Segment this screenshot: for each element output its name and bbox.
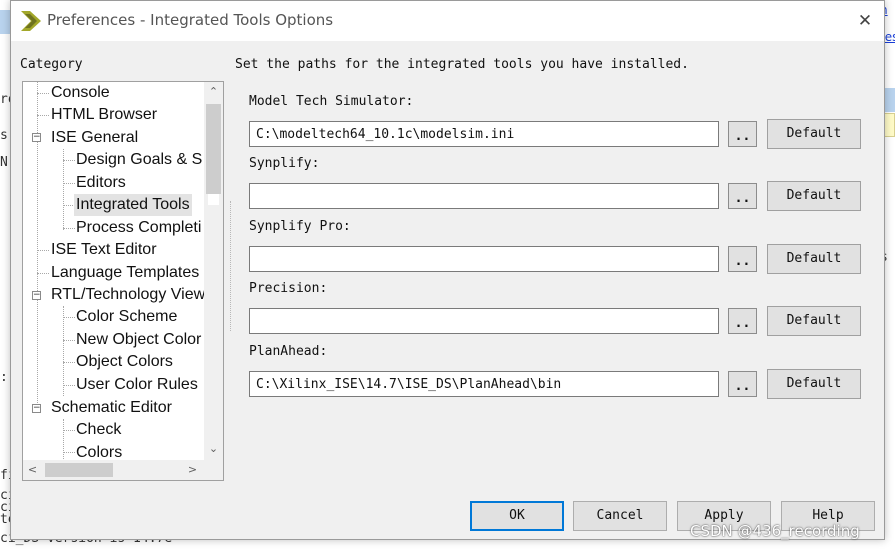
tree-item-ise-general[interactable]: ISE General bbox=[51, 127, 138, 149]
model-tech-default-button[interactable]: Default bbox=[767, 119, 861, 149]
tree-line bbox=[63, 160, 75, 161]
category-label: Category bbox=[20, 57, 83, 72]
synplify-input[interactable] bbox=[249, 183, 719, 209]
tree-line bbox=[63, 452, 75, 453]
scroll-right-icon[interactable]: > bbox=[183, 461, 202, 479]
tree-horizontal-scrollbar[interactable]: < > bbox=[23, 460, 204, 480]
scroll-down-icon[interactable]: ⌄ bbox=[204, 440, 223, 458]
ok-button[interactable]: OK bbox=[470, 501, 564, 531]
model-tech-simulator-input[interactable] bbox=[249, 121, 719, 147]
splitter-grip[interactable] bbox=[230, 201, 235, 331]
synplify-pro-browse-button[interactable]: .. bbox=[728, 246, 757, 272]
background-fragment: s bbox=[0, 128, 8, 143]
title-bar: Preferences - Integrated Tools Options ✕ bbox=[11, 1, 884, 41]
synplify-pro-input[interactable] bbox=[249, 246, 719, 272]
tree-line bbox=[63, 149, 64, 230]
tree-item-schematic-editor[interactable]: Schematic Editor bbox=[51, 397, 172, 419]
precision-label: Precision: bbox=[249, 281, 328, 296]
tree-line bbox=[63, 419, 64, 459]
tree-item-check[interactable]: Check bbox=[76, 419, 121, 441]
tree-item-html-browser[interactable]: HTML Browser bbox=[51, 104, 157, 126]
vertical-scroll-thumb[interactable] bbox=[206, 104, 221, 194]
tree-line bbox=[63, 385, 75, 386]
tree-line bbox=[63, 340, 75, 341]
scroll-up-icon[interactable]: ⌃ bbox=[204, 83, 223, 101]
precision-default-button[interactable]: Default bbox=[767, 306, 861, 336]
scroll-thumb-gap bbox=[208, 194, 219, 205]
tree-item-object-colors[interactable]: Object Colors bbox=[76, 351, 173, 373]
xilinx-logo-icon bbox=[21, 11, 41, 31]
tree-item-design-goals[interactable]: Design Goals & S bbox=[76, 149, 202, 171]
close-icon: ✕ bbox=[857, 11, 873, 31]
horizontal-scroll-thumb[interactable] bbox=[45, 463, 113, 477]
tree-vertical-scrollbar[interactable]: ⌃ ⌄ bbox=[204, 82, 223, 460]
planahead-default-button[interactable]: Default bbox=[767, 369, 861, 399]
synplify-pro-label: Synplify Pro: bbox=[249, 219, 351, 234]
cancel-button[interactable]: Cancel bbox=[573, 501, 667, 531]
watermark: CSDN @436_recording bbox=[690, 522, 860, 540]
tree-line bbox=[63, 183, 75, 184]
scroll-left-icon[interactable]: < bbox=[23, 461, 42, 479]
close-button[interactable]: ✕ bbox=[853, 9, 877, 33]
planahead-label: PlanAhead: bbox=[249, 344, 328, 359]
synplify-label: Synplify: bbox=[249, 156, 320, 171]
planahead-input[interactable] bbox=[249, 371, 719, 397]
tree-item-process-completion[interactable]: Process Completi bbox=[76, 217, 201, 239]
planahead-browse-button[interactable]: .. bbox=[728, 371, 757, 397]
model-tech-simulator-label: Model Tech Simulator: bbox=[249, 94, 414, 109]
synplify-browse-button[interactable]: .. bbox=[728, 183, 757, 209]
precision-browse-button[interactable]: .. bbox=[728, 308, 757, 334]
tree-line bbox=[63, 362, 75, 363]
tree-item-language-templates[interactable]: Language Templates bbox=[51, 262, 199, 284]
synplify-default-button[interactable]: Default bbox=[767, 181, 861, 211]
tree-line bbox=[37, 82, 38, 405]
collapse-toggle[interactable]: − bbox=[32, 404, 41, 413]
tree-item-rtl-technology-viewer[interactable]: RTL/Technology View bbox=[51, 284, 205, 306]
tree-line bbox=[63, 306, 64, 396]
instruction-text: Set the paths for the integrated tools y… bbox=[235, 57, 689, 72]
tree-item-user-color-rules[interactable]: User Color Rules bbox=[76, 374, 198, 396]
background-fragment: N bbox=[0, 155, 8, 170]
background-fragment: : bbox=[0, 370, 8, 385]
collapse-toggle[interactable]: − bbox=[32, 133, 41, 142]
preferences-dialog: Preferences - Integrated Tools Options ✕… bbox=[10, 0, 885, 540]
scrollbar-corner bbox=[204, 460, 223, 480]
synplify-pro-default-button[interactable]: Default bbox=[767, 244, 861, 274]
tree-item-ise-text-editor[interactable]: ISE Text Editor bbox=[51, 239, 157, 261]
tree-line bbox=[37, 93, 49, 94]
model-tech-browse-button[interactable]: .. bbox=[728, 121, 757, 147]
tree-line bbox=[63, 228, 75, 229]
tree-item-new-object-color[interactable]: New Object Color bbox=[76, 329, 201, 351]
tree-line bbox=[37, 250, 49, 251]
tree-line bbox=[37, 273, 49, 274]
tree-line bbox=[37, 115, 49, 116]
tree-item-console[interactable]: Console bbox=[51, 82, 110, 104]
collapse-toggle[interactable]: − bbox=[32, 291, 41, 300]
tree-item-editors[interactable]: Editors bbox=[76, 172, 126, 194]
tree-item-color-scheme[interactable]: Color Scheme bbox=[76, 306, 177, 328]
category-tree[interactable]: − − − Console HTML Browser ISE General D… bbox=[22, 81, 224, 481]
window-title: Preferences - Integrated Tools Options bbox=[47, 11, 334, 29]
tree-line bbox=[63, 430, 75, 431]
tree-item-integrated-tools[interactable]: Integrated Tools bbox=[74, 194, 192, 216]
tree-line bbox=[63, 317, 75, 318]
precision-input[interactable] bbox=[249, 308, 719, 334]
